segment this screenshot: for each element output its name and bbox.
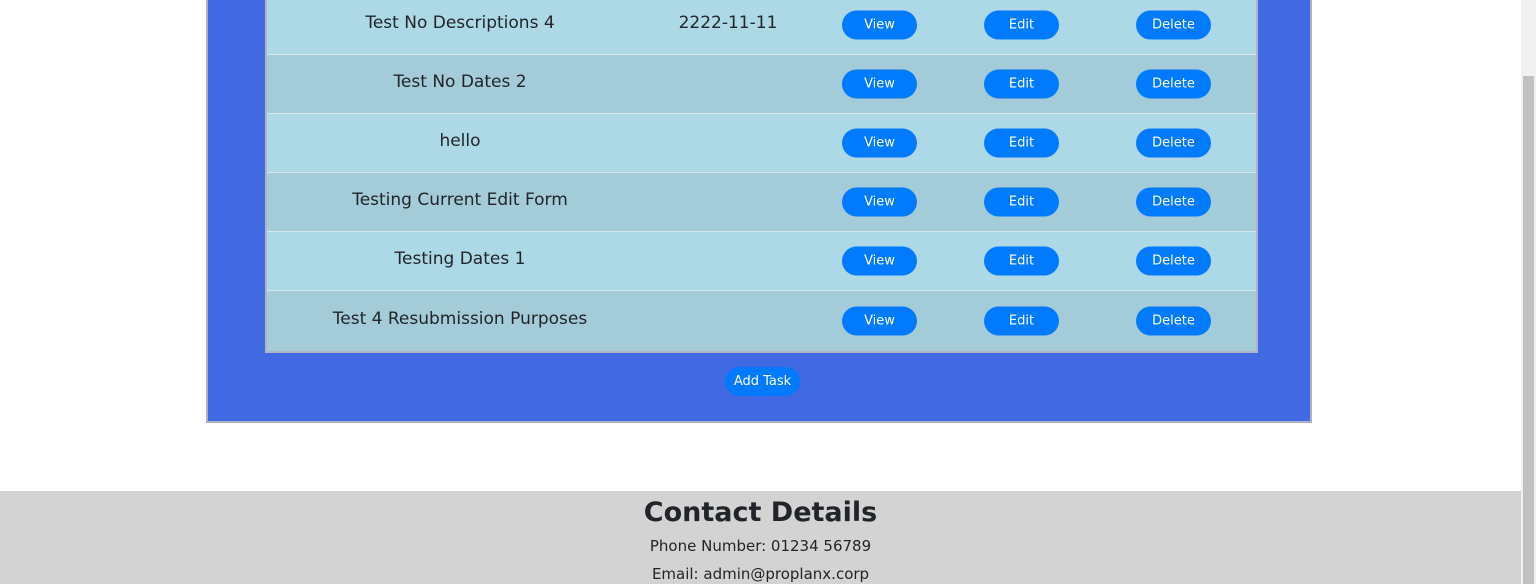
task-name: Test No Descriptions 4 [365, 13, 555, 33]
page: Test No Descriptions 4 2222-11-11 View E… [0, 0, 1521, 584]
edit-button[interactable]: Edit [984, 187, 1059, 217]
task-date [653, 291, 803, 351]
add-task-button[interactable]: Add Task [725, 367, 800, 396]
task-date [653, 114, 803, 172]
task-table: Test No Descriptions 4 2222-11-11 View E… [265, 0, 1258, 353]
task-name: Test 4 Resubmission Purposes [332, 309, 588, 329]
view-button[interactable]: View [842, 246, 917, 276]
table-row: Test 4 Resubmission Purposes View Edit D… [267, 291, 1256, 351]
task-date [653, 173, 803, 231]
view-button[interactable]: View [842, 10, 917, 40]
view-button[interactable]: View [842, 128, 917, 158]
task-date: 2222-11-11 [678, 13, 778, 33]
delete-button[interactable]: Delete [1136, 69, 1211, 99]
task-name: Testing Dates 1 [394, 249, 526, 269]
delete-button[interactable]: Delete [1136, 10, 1211, 40]
task-date [653, 232, 803, 290]
task-name: hello [439, 131, 481, 151]
delete-button[interactable]: Delete [1136, 187, 1211, 217]
scrollbar-thumb[interactable] [1523, 76, 1534, 584]
task-date [653, 55, 803, 113]
task-name: Testing Current Edit Form [352, 190, 568, 210]
delete-button[interactable]: Delete [1136, 306, 1211, 336]
contact-heading: Contact Details [643, 497, 878, 528]
edit-button[interactable]: Edit [984, 69, 1059, 99]
table-row: Test No Dates 2 View Edit Delete [267, 55, 1256, 114]
contact-email: Email: admin@proplanx.corp [651, 565, 870, 583]
edit-button[interactable]: Edit [984, 128, 1059, 158]
edit-button[interactable]: Edit [984, 246, 1059, 276]
contact-footer: Contact Details Phone Number: 01234 5678… [0, 491, 1521, 584]
table-row: Testing Current Edit Form View Edit Dele… [267, 173, 1256, 232]
table-row: hello View Edit Delete [267, 114, 1256, 173]
contact-phone: Phone Number: 01234 56789 [649, 537, 872, 555]
view-button[interactable]: View [842, 69, 917, 99]
delete-button[interactable]: Delete [1136, 246, 1211, 276]
table-row: Testing Dates 1 View Edit Delete [267, 232, 1256, 291]
task-name: Test No Dates 2 [393, 72, 527, 92]
view-button[interactable]: View [842, 306, 917, 336]
edit-button[interactable]: Edit [984, 10, 1059, 40]
task-panel: Test No Descriptions 4 2222-11-11 View E… [206, 0, 1312, 423]
delete-button[interactable]: Delete [1136, 128, 1211, 158]
vertical-scrollbar[interactable] [1521, 0, 1536, 584]
edit-button[interactable]: Edit [984, 306, 1059, 336]
view-button[interactable]: View [842, 187, 917, 217]
table-row: Test No Descriptions 4 2222-11-11 View E… [267, 0, 1256, 55]
